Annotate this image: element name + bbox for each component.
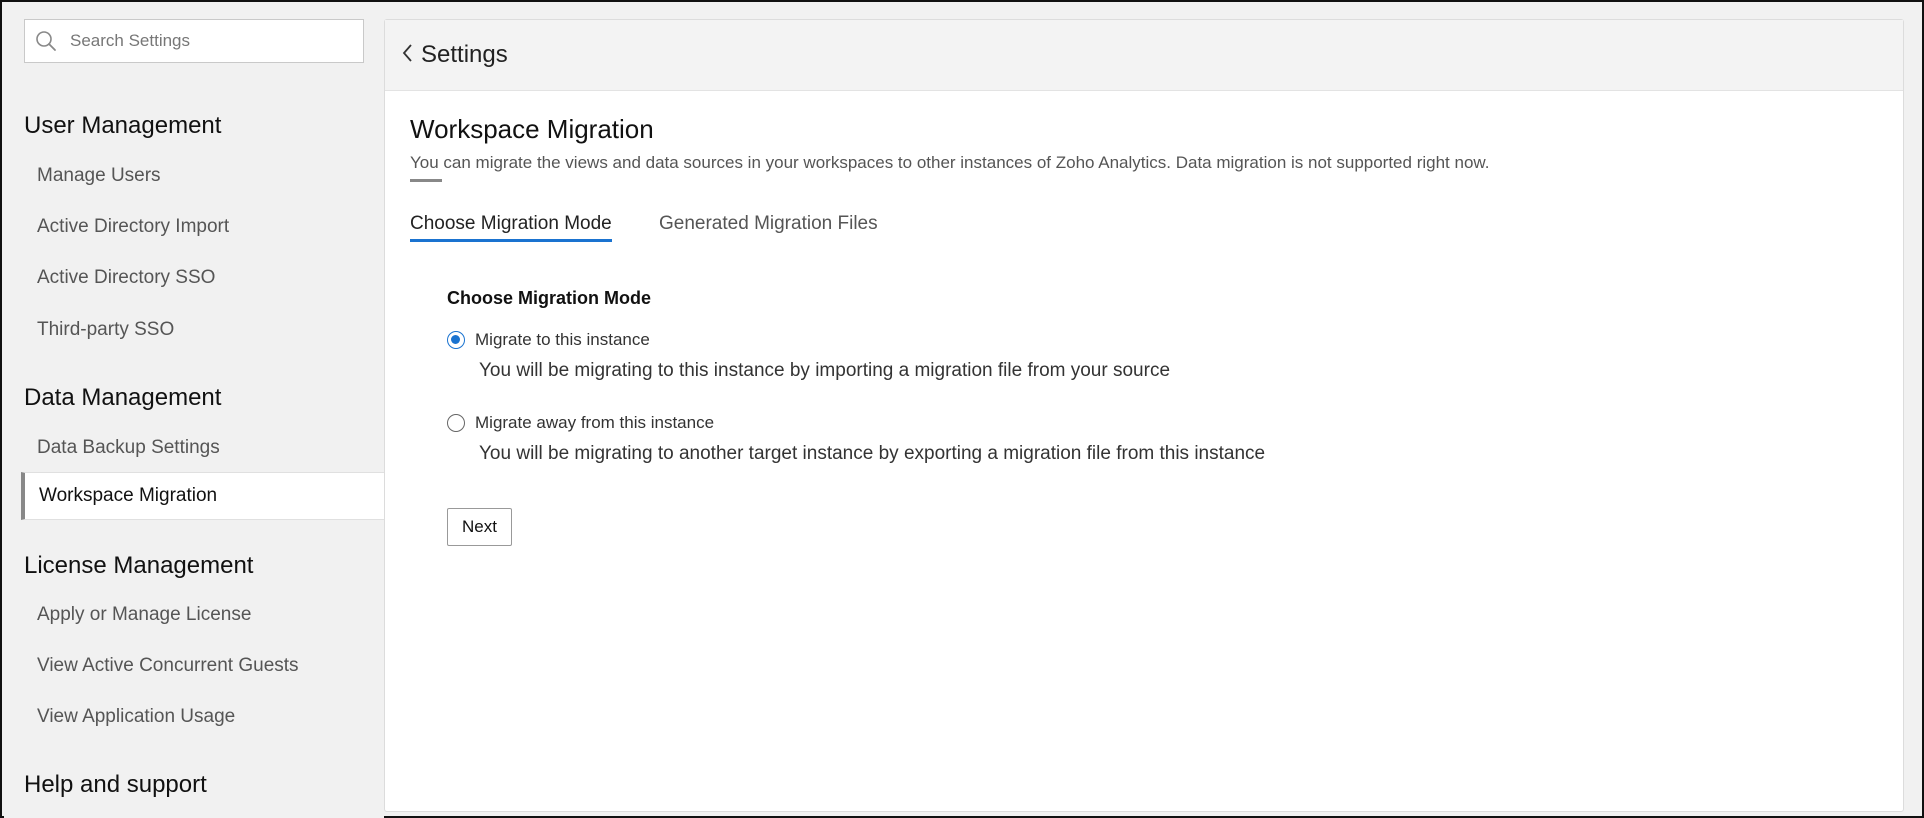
sidebar-item-manage-users[interactable]: Manage Users: [21, 152, 386, 200]
sidebar-item-active-directory-sso[interactable]: Active Directory SSO: [21, 254, 386, 302]
search-input[interactable]: [68, 30, 352, 52]
sidebar-item-view-application-usage[interactable]: View Application Usage: [21, 693, 386, 741]
radio-migrate-away[interactable]: [447, 414, 465, 432]
sidebar-item-third-party-sso[interactable]: Third-party SSO: [21, 306, 386, 354]
radio-migrate-to[interactable]: [447, 331, 465, 349]
option-description: You will be migrating to this instance b…: [479, 360, 1171, 381]
back-label: Settings: [421, 41, 508, 68]
search-box[interactable]: [24, 19, 364, 63]
main-panel: Settings Workspace Migration You can mig…: [384, 19, 1904, 812]
description-divider: [410, 179, 442, 182]
chevron-left-icon: [401, 42, 415, 69]
page-description: You can migrate the views and data sourc…: [410, 153, 1490, 172]
sidebar-item-apply-or-manage-license[interactable]: Apply or Manage License: [21, 591, 386, 639]
back-button[interactable]: Settings: [401, 41, 508, 69]
section-title-user-management: User Management: [24, 112, 222, 139]
radio-label: Migrate to this instance: [475, 330, 650, 349]
sidebar-item-data-backup-settings[interactable]: Data Backup Settings: [21, 424, 386, 472]
tab-generated-migration-files[interactable]: Generated Migration Files: [659, 213, 878, 239]
section-title-help-and-support: Help and support: [24, 771, 207, 798]
sidebar-item-view-active-concurrent-guests[interactable]: View Active Concurrent Guests: [21, 642, 386, 690]
form-title: Choose Migration Mode: [447, 288, 651, 308]
sidebar: User Management Manage Users Active Dire…: [4, 4, 386, 818]
sidebar-item-active-directory-import[interactable]: Active Directory Import: [21, 203, 386, 251]
search-icon: [34, 29, 58, 53]
option-migrate-away-from-this-instance[interactable]: Migrate away from this instance: [447, 413, 714, 433]
sidebar-item-workspace-migration[interactable]: Workspace Migration: [21, 472, 386, 520]
app-window: User Management Manage Users Active Dire…: [0, 0, 1924, 818]
panel-header: Settings: [385, 20, 1903, 91]
page-title: Workspace Migration: [410, 114, 654, 144]
radio-label: Migrate away from this instance: [475, 413, 715, 432]
next-button[interactable]: Next: [447, 508, 512, 546]
section-title-data-management: Data Management: [24, 384, 222, 411]
section-title-license-management: License Management: [24, 552, 254, 579]
tab-choose-migration-mode[interactable]: Choose Migration Mode: [410, 213, 612, 242]
option-description: You will be migrating to another target …: [479, 443, 1266, 464]
option-migrate-to-this-instance[interactable]: Migrate to this instance: [447, 330, 650, 350]
